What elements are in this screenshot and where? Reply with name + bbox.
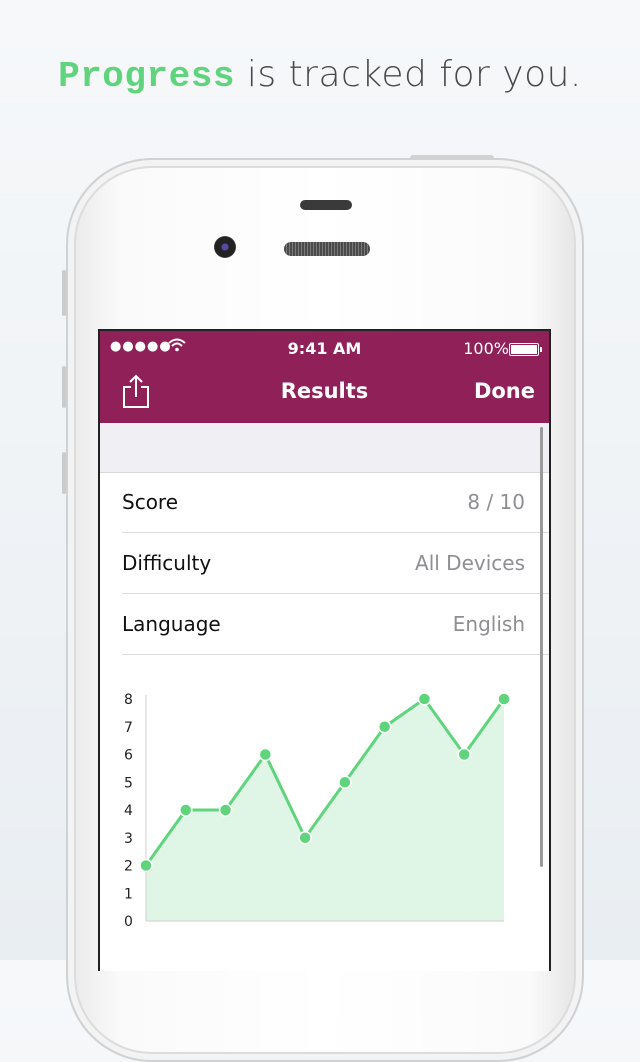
volume-up-button bbox=[62, 366, 66, 408]
data-point bbox=[179, 803, 193, 817]
y-tick-label: 1 bbox=[124, 886, 133, 902]
y-tick-label: 3 bbox=[124, 831, 133, 847]
data-point bbox=[377, 720, 392, 734]
row-language: Language English bbox=[122, 594, 549, 655]
data-point bbox=[258, 747, 273, 762]
data-point bbox=[139, 858, 153, 873]
section-header bbox=[100, 423, 549, 473]
headline: Progress is tracked for you. bbox=[0, 54, 640, 97]
y-tick-label: 0 bbox=[124, 914, 133, 930]
mute-switch bbox=[62, 270, 66, 316]
score-value: 8 / 10 bbox=[467, 490, 525, 514]
status-bar: ●●●●● 9:41 AM 100% bbox=[100, 338, 549, 361]
data-point bbox=[338, 775, 352, 789]
data-point bbox=[457, 747, 471, 762]
progress-chart: 0 1 2 3 4 5 6 7 8 bbox=[124, 692, 511, 930]
score-label: Score bbox=[122, 490, 179, 514]
y-tick-label: 7 bbox=[124, 720, 133, 736]
y-tick-label: 2 bbox=[124, 859, 133, 875]
difficulty-label: Difficulty bbox=[122, 551, 212, 575]
headline-accent: Progress bbox=[58, 56, 235, 97]
row-difficulty: Difficulty All Devices bbox=[122, 533, 549, 594]
y-tick-label: 6 bbox=[124, 748, 133, 764]
navigation-bar: ●●●●● 9:41 AM 100% Results Done bbox=[100, 331, 549, 423]
app-screen: ●●●●● 9:41 AM 100% Results Done Score 8 … bbox=[98, 329, 551, 971]
data-point bbox=[497, 692, 511, 706]
headline-text: is tracked for you. bbox=[234, 54, 582, 95]
battery-icon bbox=[509, 343, 542, 356]
language-value: English bbox=[452, 612, 525, 636]
data-point bbox=[417, 692, 432, 706]
y-tick-label: 8 bbox=[124, 692, 133, 708]
power-button bbox=[410, 155, 494, 160]
data-point bbox=[218, 803, 233, 817]
language-label: Language bbox=[122, 612, 221, 636]
camera-icon bbox=[214, 236, 236, 258]
speaker-grille bbox=[284, 242, 370, 256]
y-tick-label: 4 bbox=[124, 803, 133, 819]
volume-down-button bbox=[62, 452, 66, 494]
done-button[interactable]: Done bbox=[474, 379, 535, 403]
battery-percent: 100% bbox=[463, 339, 509, 358]
row-score: Score 8 / 10 bbox=[122, 472, 549, 533]
earpiece bbox=[300, 200, 352, 210]
difficulty-value: All Devices bbox=[415, 551, 525, 575]
data-point bbox=[298, 831, 312, 845]
y-tick-label: 5 bbox=[124, 775, 133, 791]
